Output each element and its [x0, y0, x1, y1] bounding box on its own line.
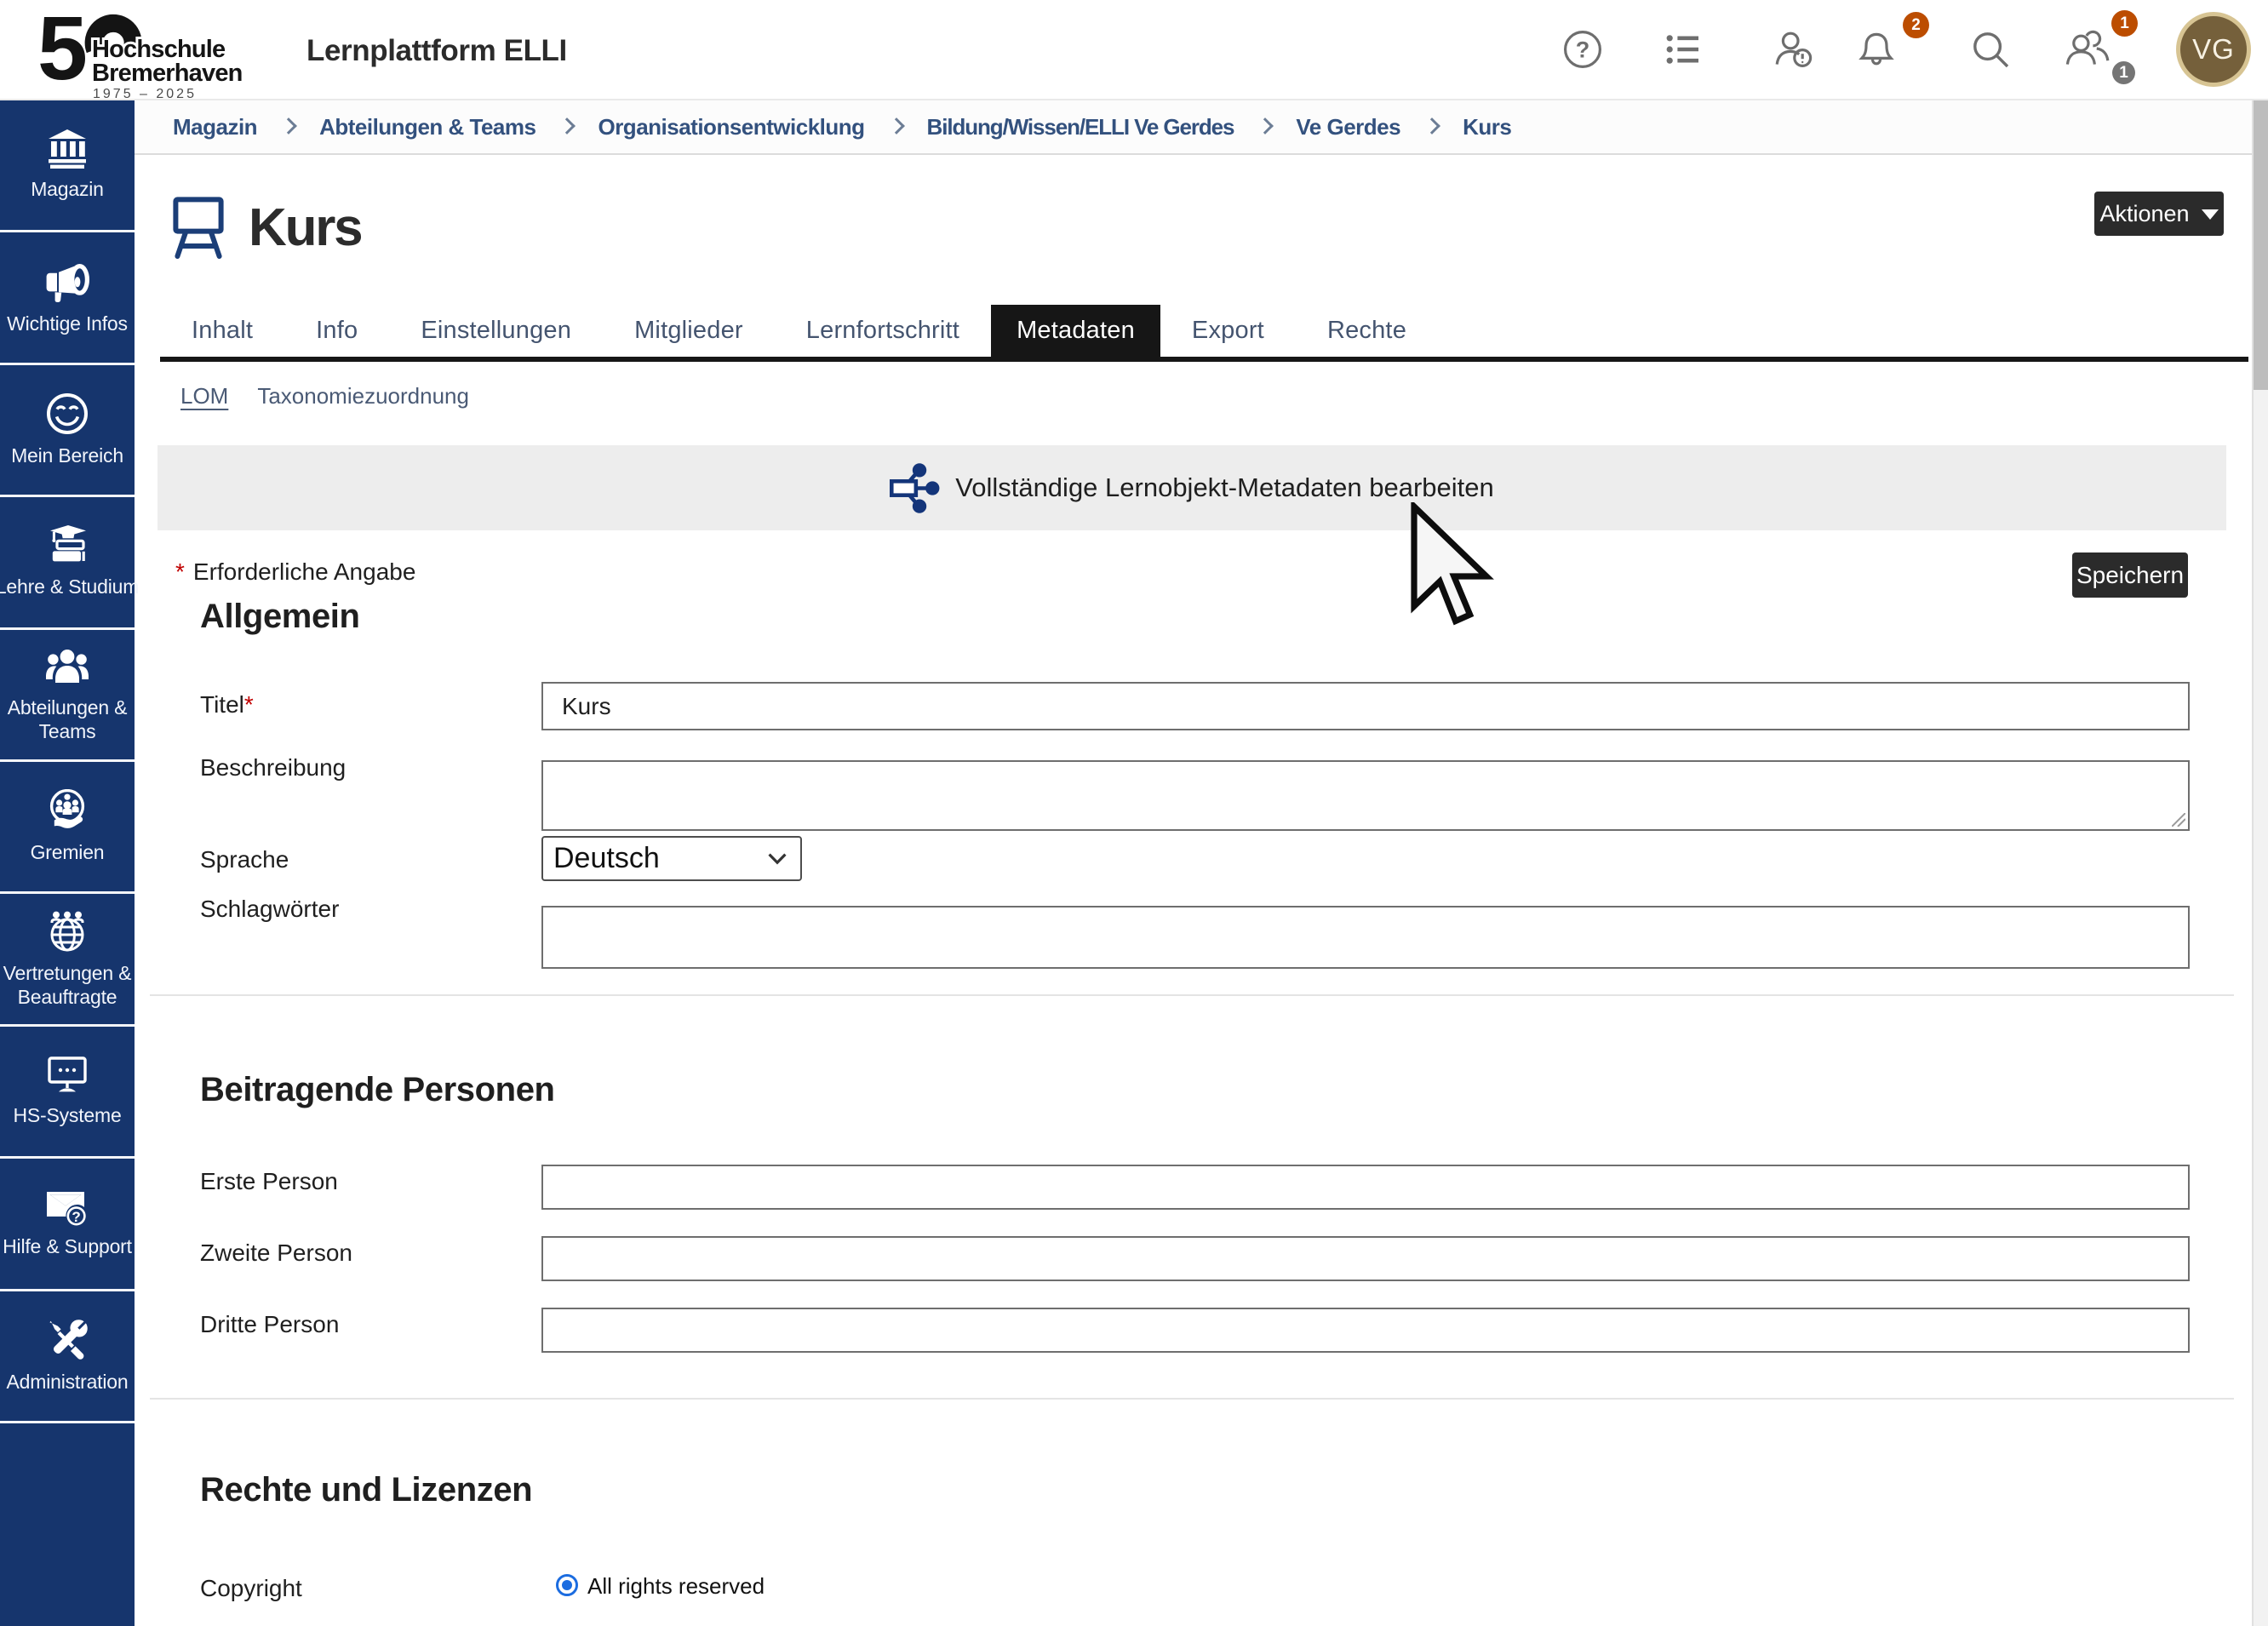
- svg-text:5: 5: [37, 5, 85, 99]
- svg-text:?: ?: [72, 1209, 80, 1225]
- svg-text:Bremerhaven: Bremerhaven: [92, 60, 243, 87]
- svg-text:1975 – 2025: 1975 – 2025: [93, 87, 197, 100]
- svg-text:?: ?: [1576, 37, 1590, 63]
